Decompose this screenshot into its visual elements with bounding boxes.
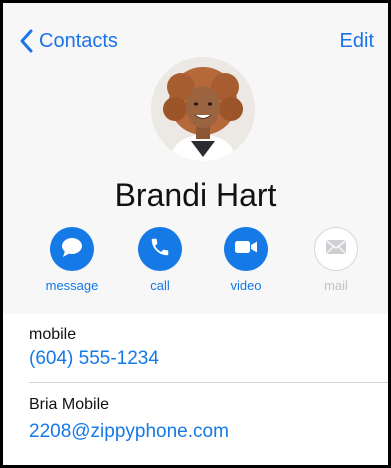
field-title-mobile: mobile	[29, 326, 77, 343]
field-title-bria-mobile: Bria Mobile	[29, 396, 110, 413]
video-camera-icon	[234, 239, 258, 260]
call-label: call	[150, 278, 170, 293]
message-label: message	[45, 278, 99, 293]
mail-button[interactable]	[314, 227, 358, 271]
avatar	[151, 57, 255, 161]
video-button[interactable]	[224, 227, 268, 271]
chevron-left-icon	[19, 29, 33, 53]
quick-actions-bar: message call video mail	[3, 227, 388, 297]
list-item: mobile (604) 555-1234	[3, 314, 388, 380]
back-to-contacts-button[interactable]: Contacts	[19, 27, 118, 55]
contact-header: Contacts Edit Brandi Hart message call v…	[3, 3, 388, 314]
envelope-icon	[325, 239, 347, 260]
call-action[interactable]: call	[116, 227, 204, 295]
contact-name: Brandi Hart	[114, 177, 277, 213]
video-label: video	[230, 278, 262, 293]
field-divider	[29, 382, 388, 383]
message-bubble-icon	[60, 236, 84, 263]
back-button-label: Contacts	[39, 30, 118, 52]
message-action[interactable]: message	[28, 227, 116, 295]
mail-label: mail	[324, 278, 348, 293]
list-item: Bria Mobile 2208@zippyphone.com	[3, 384, 388, 454]
video-action[interactable]: video	[202, 227, 290, 295]
contact-fields: mobile (604) 555-1234 Bria Mobile 2208@z…	[3, 314, 388, 465]
contact-card-screen: Contacts Edit Brandi Hart message call v…	[3, 3, 388, 465]
edit-button[interactable]: Edit	[340, 27, 374, 55]
message-button[interactable]	[50, 227, 94, 271]
mobile-number-link[interactable]: (604) 555-1234	[29, 346, 159, 372]
call-button[interactable]	[138, 227, 182, 271]
bria-mobile-link[interactable]: 2208@zippyphone.com	[29, 419, 229, 445]
phone-icon	[149, 236, 171, 263]
mail-action[interactable]: mail	[292, 227, 380, 295]
